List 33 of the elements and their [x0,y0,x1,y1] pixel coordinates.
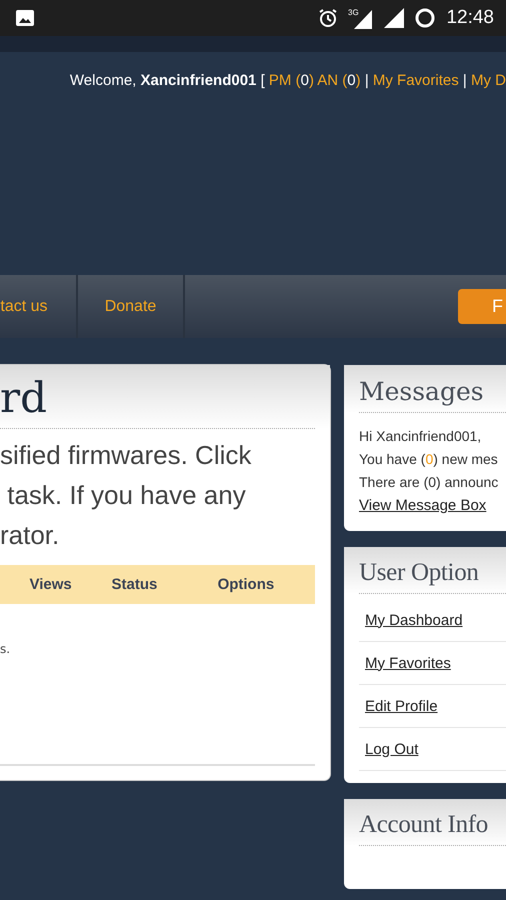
alarm-icon [318,8,338,28]
header-link[interactable]: My D [471,72,506,89]
signal-icon [384,8,404,28]
header-link[interactable]: My Favorites [372,72,459,89]
card-title: User Option [359,559,506,594]
column-header: Options [216,576,276,593]
option-link[interactable]: My Dashboard [365,612,463,628]
nav-link[interactable]: Donate [78,275,185,338]
loading-icon [414,7,436,29]
empty-text: s. [0,642,12,656]
card-title: Account Info [359,811,506,846]
message-count-text: You have (0) new mes [358,450,499,469]
header-link[interactable]: AN (0) [317,72,361,89]
header-link[interactable]: PM (0) [268,72,314,89]
greeting-text: Hi Xancinfriend001, [358,427,482,446]
clock-time: 12:48 [446,7,494,29]
intro-text: sified firmwares. Click task. If you have any rator. [0,439,252,552]
nav-link[interactable]: tact us [0,275,78,338]
option-link[interactable]: Log Out [365,740,418,758]
column-header: Views [28,576,73,593]
welcome-text: [ [260,72,265,89]
welcome-text: | [364,72,369,89]
message-box-link[interactable]: View Message Box [359,497,486,514]
option-link[interactable]: Edit Profile [365,698,438,714]
welcome-text: Welcome, [70,72,136,89]
announcement-text: There are (0) announc [358,473,500,492]
card-title: rd [0,373,315,429]
image-icon [16,10,34,26]
card-title: Messages [359,377,506,413]
option-link[interactable]: My Favorites [365,654,451,672]
column-header: Status [110,576,158,593]
welcome-text: | [462,72,467,89]
username: Xancinfriend001 [140,72,256,89]
